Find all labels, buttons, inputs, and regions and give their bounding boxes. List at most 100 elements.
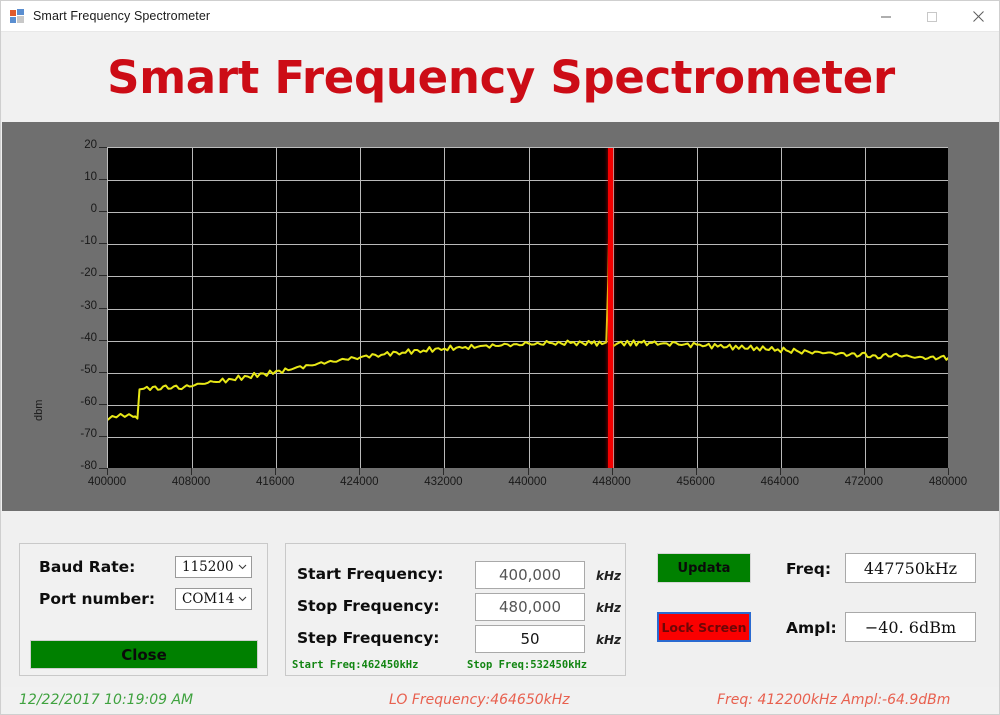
minimize-icon <box>880 11 892 23</box>
baud-rate-label: Baud Rate: <box>39 558 135 576</box>
x-axis-tickmark <box>948 468 949 475</box>
y-axis-tick-label: 10 <box>49 171 97 183</box>
title-bar: Smart Frequency Spectrometer <box>1 1 1000 32</box>
port-number-label: Port number: <box>39 590 155 608</box>
update-button[interactable]: Updata <box>657 553 751 583</box>
x-axis-tick-label: 424000 <box>319 476 399 488</box>
lock-screen-button[interactable]: Lock Screen <box>657 612 751 642</box>
y-axis-tick-label: -40 <box>49 332 97 344</box>
window-controls <box>863 1 1000 32</box>
x-axis-tick-label: 456000 <box>656 476 736 488</box>
stop-frequency-value: 480,000 <box>499 598 561 616</box>
x-axis-tick-label: 464000 <box>740 476 820 488</box>
close-button[interactable] <box>955 1 1000 32</box>
y-axis-tickmark <box>99 179 107 180</box>
y-axis-title: dbm <box>34 408 48 448</box>
x-axis-tickmark <box>443 468 444 475</box>
x-axis-tickmark <box>528 468 529 475</box>
y-axis-tick-label: -60 <box>49 396 97 408</box>
x-axis-tick-label: 440000 <box>488 476 568 488</box>
x-axis-tick-label: 448000 <box>572 476 652 488</box>
x-axis-tickmark <box>359 468 360 475</box>
port-number-value: COM14 <box>176 591 234 607</box>
minimize-button[interactable] <box>863 1 909 32</box>
x-axis-tickmark <box>275 468 276 475</box>
y-axis-tickmark <box>99 468 107 469</box>
y-axis-tickmark <box>99 308 107 309</box>
status-datetime: 12/22/2017 10:19:09 AM <box>19 692 193 708</box>
y-axis-tickmark <box>99 147 107 148</box>
baud-rate-value: 115200 <box>176 559 234 575</box>
spectrum-chart[interactable]: dbm 20100-10-20-30-40-50-60-70-80 400000… <box>2 122 1000 511</box>
banner: Smart Frequency Spectrometer <box>2 32 1000 122</box>
app-window: Smart Frequency Spectrometer Smart F <box>0 0 1000 715</box>
x-axis-tick-label: 472000 <box>824 476 904 488</box>
y-axis-tick-label: -50 <box>49 364 97 376</box>
step-frequency-input[interactable]: 50 <box>475 625 585 653</box>
start-freq-note: Start Freq:462450kHz <box>292 659 418 671</box>
page-title: Smart Frequency Spectrometer <box>107 51 895 104</box>
plot-area[interactable] <box>107 147 948 468</box>
maximize-icon <box>926 11 938 23</box>
y-axis-tickmark <box>99 211 107 212</box>
x-axis-tickmark <box>107 468 108 475</box>
spectrum-trace <box>108 148 948 468</box>
status-bar: 12/22/2017 10:19:09 AM LO Frequency:4646… <box>2 687 1000 715</box>
trace-line <box>108 212 948 419</box>
y-axis-tick-label: 20 <box>49 139 97 151</box>
y-axis-tickmark <box>99 372 107 373</box>
x-axis-tickmark <box>612 468 613 475</box>
stop-frequency-label: Stop Frequency: <box>297 597 440 615</box>
stop-frequency-unit: kHz <box>596 601 621 615</box>
status-lo-frequency: LO Frequency:464650kHz <box>389 692 570 708</box>
y-axis-tickmark <box>99 404 107 405</box>
start-frequency-label: Start Frequency: <box>297 565 443 583</box>
status-measurement: Freq: 412200kHz Ampl:-64.9dBm <box>717 692 950 708</box>
chevron-down-icon <box>234 589 251 609</box>
x-axis-tickmark <box>780 468 781 475</box>
y-axis-tickmark <box>99 436 107 437</box>
stop-freq-note: Stop Freq:532450kHz <box>467 659 587 671</box>
start-frequency-value: 400,000 <box>499 566 561 584</box>
y-axis-title-text: dbm <box>33 407 45 421</box>
x-axis-tick-label: 400000 <box>67 476 147 488</box>
x-axis-tick-label: 408000 <box>151 476 231 488</box>
step-frequency-label: Step Frequency: <box>297 629 440 647</box>
marker-cursor-line[interactable] <box>608 148 613 468</box>
y-axis-tickmark <box>99 243 107 244</box>
y-axis-tickmark <box>99 275 107 276</box>
y-axis-tick-label: -10 <box>49 235 97 247</box>
x-axis-tick-label: 416000 <box>235 476 315 488</box>
y-axis-tick-label: -20 <box>49 267 97 279</box>
step-frequency-value: 50 <box>520 630 539 648</box>
frequency-settings-panel: Start Frequency: 400,000 kHz Stop Freque… <box>285 543 626 676</box>
x-axis-tickmark <box>191 468 192 475</box>
start-frequency-input[interactable]: 400,000 <box>475 561 585 589</box>
start-frequency-unit: kHz <box>596 569 621 583</box>
grid-lines <box>108 148 948 468</box>
x-axis-tick-label: 480000 <box>908 476 988 488</box>
ampl-readout-value: −40. 6dBm <box>845 612 976 642</box>
x-axis-tickmark <box>864 468 865 475</box>
stop-frequency-input[interactable]: 480,000 <box>475 593 585 621</box>
x-axis-tick-label: 432000 <box>403 476 483 488</box>
y-axis-tick-label: -70 <box>49 428 97 440</box>
freq-readout-value: 447750kHz <box>845 553 976 583</box>
serial-settings-panel: Baud Rate: 115200 Port number: COM14 Clo… <box>19 543 268 676</box>
y-axis-tickmark <box>99 340 107 341</box>
ampl-readout-label: Ampl: <box>786 619 837 637</box>
readout-control-panel: Updata Lock Screen Freq: 447750kHz Ampl:… <box>642 543 983 655</box>
maximize-button[interactable] <box>909 1 955 32</box>
window-title: Smart Frequency Spectrometer <box>33 9 210 23</box>
y-axis-tick-label: 0 <box>49 203 97 215</box>
close-icon <box>972 10 985 23</box>
port-number-select[interactable]: COM14 <box>175 588 252 610</box>
step-frequency-unit: kHz <box>596 633 621 647</box>
close-port-button[interactable]: Close <box>30 640 258 669</box>
freq-readout-label: Freq: <box>786 560 831 578</box>
x-axis-tickmark <box>696 468 697 475</box>
app-window-icon <box>10 8 26 24</box>
baud-rate-select[interactable]: 115200 <box>175 556 252 578</box>
chevron-down-icon <box>234 557 251 577</box>
y-axis-tick-label: -80 <box>49 460 97 472</box>
